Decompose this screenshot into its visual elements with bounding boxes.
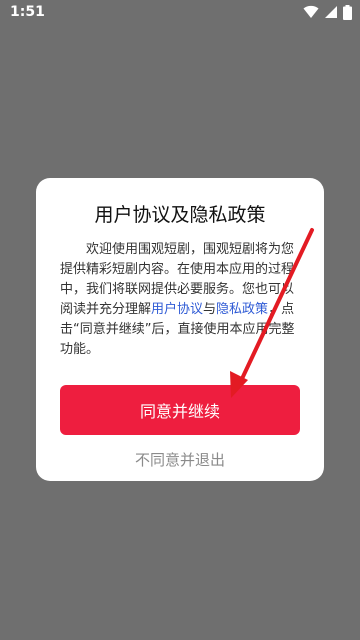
signal-icon	[325, 6, 337, 18]
body-and: 与	[203, 302, 217, 317]
status-time: 1:51	[10, 4, 45, 20]
user-agreement-link[interactable]: 用户协议	[151, 302, 203, 317]
dialog-title: 用户协议及隐私政策	[94, 204, 266, 226]
disagree-exit-button[interactable]: 不同意并退出	[36, 449, 324, 470]
dialog-body: 欢迎使用围观短剧，围观短剧将为您提供精彩短剧内容。在使用本应用的过程中，我们将联…	[60, 240, 300, 360]
privacy-dialog: 用户协议及隐私政策 欢迎使用围观短剧，围观短剧将为您提供精彩短剧内容。在使用本应…	[36, 178, 324, 481]
agree-continue-button[interactable]: 同意并继续	[60, 385, 300, 435]
battery-icon	[343, 4, 352, 20]
status-bar: 1:51	[0, 0, 360, 24]
wifi-icon	[303, 5, 319, 18]
privacy-policy-link[interactable]: 隐私政策	[216, 302, 268, 317]
status-icons	[303, 4, 352, 20]
